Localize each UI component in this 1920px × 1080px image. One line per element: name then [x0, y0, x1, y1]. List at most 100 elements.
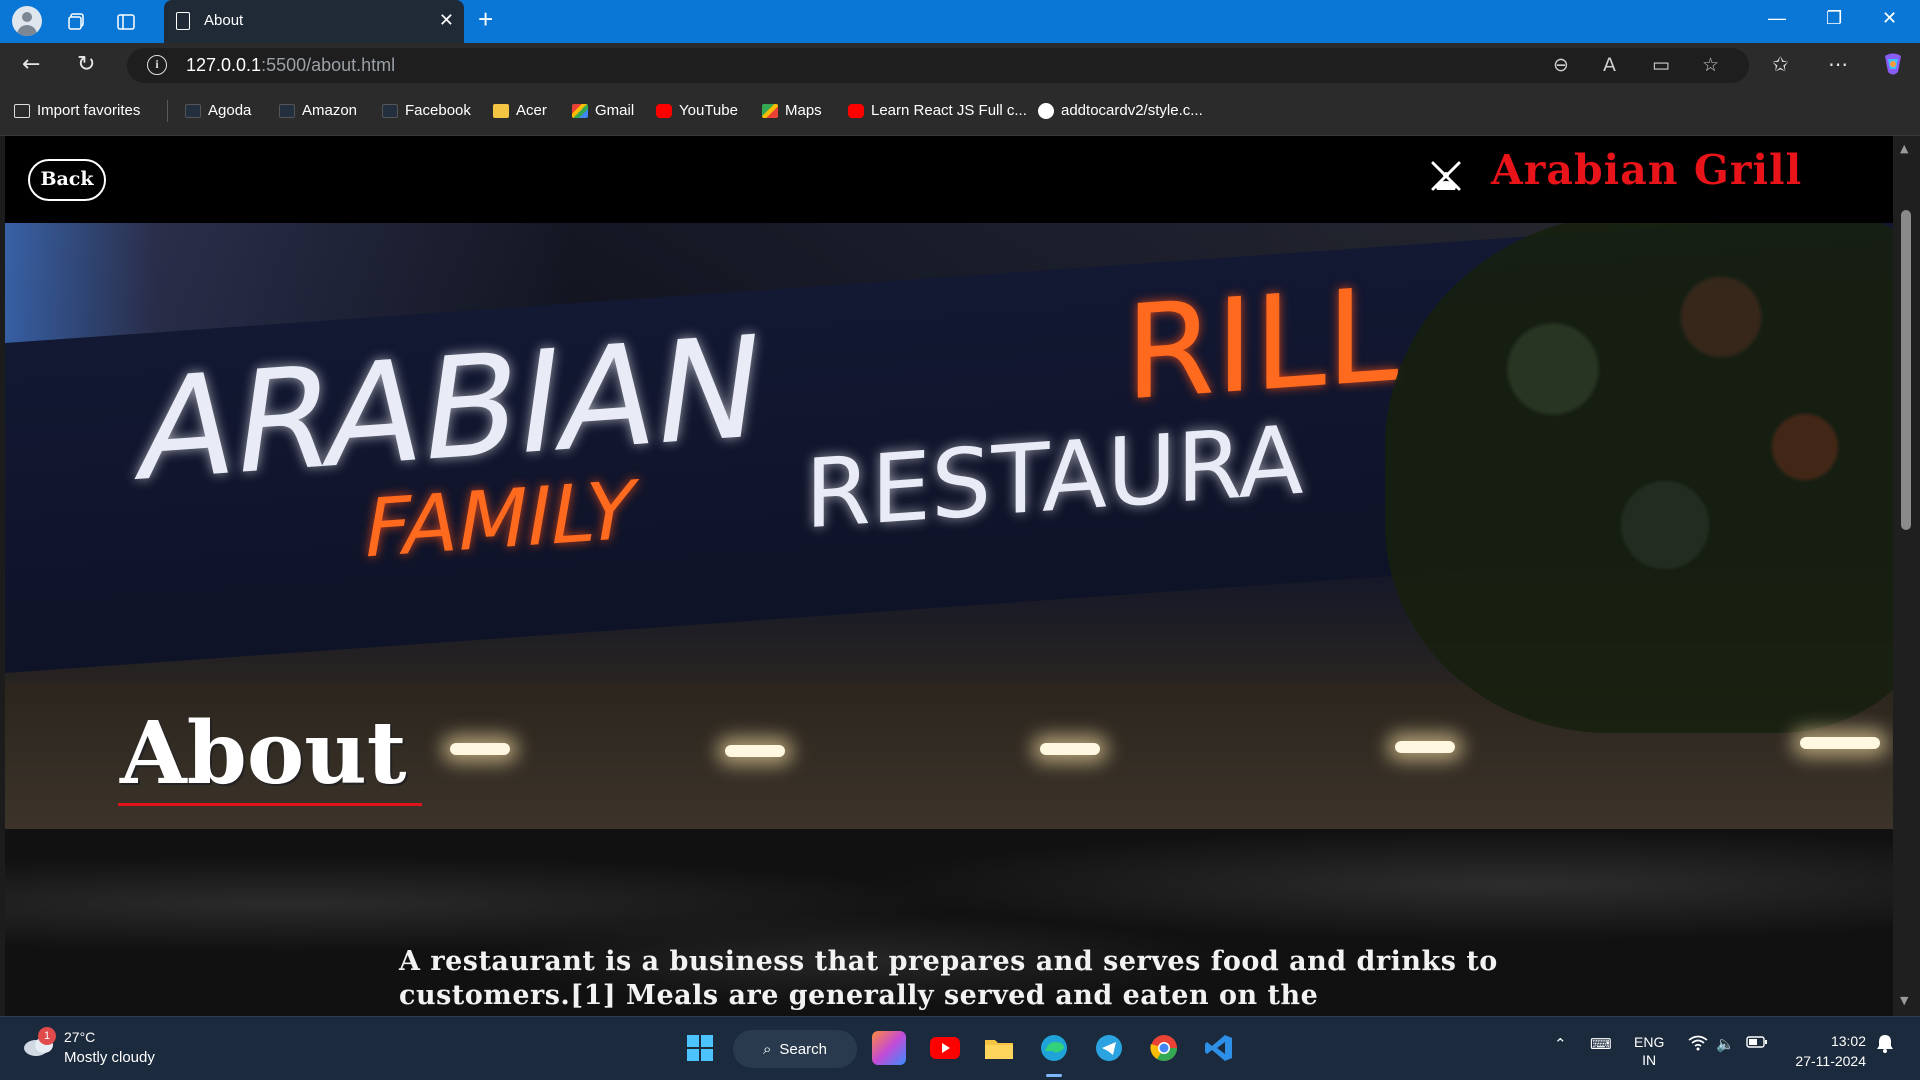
navigation-bar: ← ↻ i 127.0.0.1:5500/about.html ⊖ A ▭ ☆ … — [0, 43, 1920, 88]
bookmark-label: addtocardv2/style.c... — [1061, 102, 1203, 119]
refresh-icon[interactable]: ↻ — [77, 52, 95, 77]
telegram-icon[interactable] — [1092, 1031, 1126, 1065]
back-arrow-icon[interactable]: ← — [22, 52, 40, 77]
language-code: ENG — [1634, 1034, 1665, 1050]
new-tab-button[interactable]: + — [478, 4, 493, 35]
favorites-icon[interactable]: ✩ — [1772, 52, 1789, 76]
chrome-icon[interactable] — [1147, 1031, 1181, 1065]
back-button[interactable]: Back — [28, 159, 106, 201]
bookmark-facebook[interactable]: Facebook — [382, 102, 471, 119]
sign-grill: RILL — [1125, 258, 1399, 430]
search-icon: ⌕ — [763, 1040, 772, 1058]
windows-start-icon[interactable] — [683, 1031, 717, 1065]
bookmark-label: Acer — [516, 102, 547, 119]
bookmark-import-favorites[interactable]: Import favorites — [14, 102, 140, 119]
more-options-icon[interactable]: ⋯ — [1828, 52, 1848, 76]
about-paragraph: A restaurant is a business that prepares… — [399, 946, 1498, 1011]
github-icon — [1038, 102, 1054, 119]
keyboard-icon[interactable]: ⌨ — [1590, 1035, 1612, 1053]
scroll-down-icon[interactable]: ▼ — [1900, 994, 1908, 1007]
vertical-tabs-icon[interactable] — [111, 7, 141, 37]
bookmark-youtube[interactable]: YouTube — [656, 102, 738, 119]
browser-title-bar: About ✕ + — ❐ ✕ — [0, 0, 1920, 43]
bookmark-amazon[interactable]: Amazon — [279, 102, 357, 119]
bookmark-learn-react[interactable]: Learn React JS Full c... — [848, 102, 1027, 119]
weather-condition[interactable]: Mostly cloudy — [64, 1049, 155, 1066]
crossed-utensils-icon — [1431, 161, 1461, 191]
restore-button[interactable]: ❐ — [1826, 8, 1842, 29]
immersive-reader-icon[interactable]: ▭ — [1652, 54, 1670, 76]
page-icon — [176, 12, 190, 30]
file-explorer-icon[interactable] — [982, 1031, 1016, 1065]
bookmark-addtocard[interactable]: addtocardv2/style.c... — [1038, 102, 1203, 119]
bookmark-label: Import favorites — [37, 102, 141, 119]
close-window-button[interactable]: ✕ — [1882, 8, 1897, 29]
tree-foliage — [1385, 223, 1893, 733]
url-text[interactable]: 127.0.0.1:5500/about.html — [186, 55, 395, 76]
taskbar-search[interactable]: ⌕ Search — [733, 1030, 857, 1068]
import-icon — [14, 103, 30, 118]
hero-image: ARABIAN RILL FAMILY RESTAURA About — [5, 223, 1893, 829]
youtube-icon — [848, 103, 864, 118]
clock-date: 27-11-2024 — [1795, 1053, 1866, 1069]
page-title: About — [120, 703, 407, 804]
youtube-icon — [656, 103, 672, 118]
show-hidden-icons[interactable]: ⌃ — [1554, 1035, 1567, 1053]
bookmark-label: Amazon — [302, 102, 358, 119]
workspaces-icon[interactable] — [62, 7, 92, 37]
bookmark-gmail[interactable]: Gmail — [572, 102, 634, 119]
region-code: IN — [1642, 1052, 1657, 1068]
edge-browser-icon[interactable] — [1037, 1031, 1071, 1065]
url-path: :5500/about.html — [261, 55, 396, 75]
weather-temperature[interactable]: 27°C — [64, 1029, 95, 1045]
close-tab-icon[interactable]: ✕ — [439, 10, 454, 31]
weather-badge: 1 — [38, 1027, 56, 1045]
folder-icon — [493, 103, 509, 118]
address-bar[interactable]: i 127.0.0.1:5500/about.html ⊖ A ▭ ☆ — [127, 48, 1749, 83]
site-info-icon[interactable]: i — [147, 55, 167, 75]
bookmark-label: YouTube — [679, 102, 738, 119]
system-clock[interactable]: 13:02 27-11-2024 — [1784, 1031, 1866, 1071]
aws-icon — [279, 103, 295, 118]
brand-name: Arabian Grill — [1491, 146, 1803, 194]
zoom-icon[interactable]: ⊖ — [1553, 54, 1569, 76]
bookmark-label: Gmail — [595, 102, 635, 119]
lamp-light — [725, 745, 785, 757]
aws-icon — [185, 103, 201, 118]
aws-icon — [382, 103, 398, 118]
wifi-icon[interactable] — [1688, 1035, 1708, 1055]
lamp-light — [1800, 737, 1880, 749]
url-host: 127.0.0.1 — [186, 55, 262, 75]
page-viewport: Back Arabian Grill ARABIAN RILL FAMILY R… — [5, 136, 1893, 1016]
copilot-icon[interactable] — [1880, 51, 1906, 83]
notifications-bell-icon[interactable] — [1876, 1033, 1894, 1057]
volume-icon[interactable]: 🔈 — [1716, 1035, 1735, 1053]
bookmark-acer[interactable]: Acer — [493, 102, 547, 119]
sign-family: FAMILY — [356, 463, 643, 576]
favorite-star-icon[interactable]: ☆ — [1702, 54, 1719, 76]
site-header: Back Arabian Grill — [5, 136, 1893, 223]
bookmark-maps[interactable]: Maps — [762, 102, 822, 119]
gmail-icon — [572, 103, 588, 118]
language-indicator[interactable]: ENG IN — [1634, 1033, 1664, 1069]
bookmarks-bar: Import favorites Agoda Amazon Facebook A… — [0, 88, 1920, 136]
read-aloud-icon[interactable]: A — [1603, 54, 1616, 76]
tab-about[interactable]: About ✕ — [164, 0, 464, 43]
minimize-button[interactable]: — — [1768, 8, 1786, 29]
profile-avatar[interactable] — [12, 6, 42, 36]
vscode-icon[interactable] — [1202, 1031, 1236, 1065]
bookmark-agoda[interactable]: Agoda — [185, 102, 251, 119]
bookmark-separator — [167, 100, 168, 122]
search-label: Search — [779, 1040, 827, 1058]
scroll-up-icon[interactable]: ▲ — [1900, 142, 1908, 155]
clock-time: 13:02 — [1830, 1033, 1866, 1049]
youtube-app-icon[interactable] — [928, 1031, 962, 1065]
copilot-app-icon[interactable] — [872, 1031, 906, 1065]
bookmark-label: Learn React JS Full c... — [871, 102, 1027, 119]
windows-taskbar: 1 27°C Mostly cloudy ⌕ Search ⌃ ⌨ ENG IN… — [0, 1016, 1920, 1080]
page-scrollbar[interactable]: ▲ ▼ — [1893, 136, 1920, 1016]
scrollbar-thumb[interactable] — [1901, 210, 1911, 530]
battery-icon[interactable] — [1746, 1035, 1768, 1052]
bookmark-label: Facebook — [405, 102, 471, 119]
maps-icon — [762, 103, 778, 118]
